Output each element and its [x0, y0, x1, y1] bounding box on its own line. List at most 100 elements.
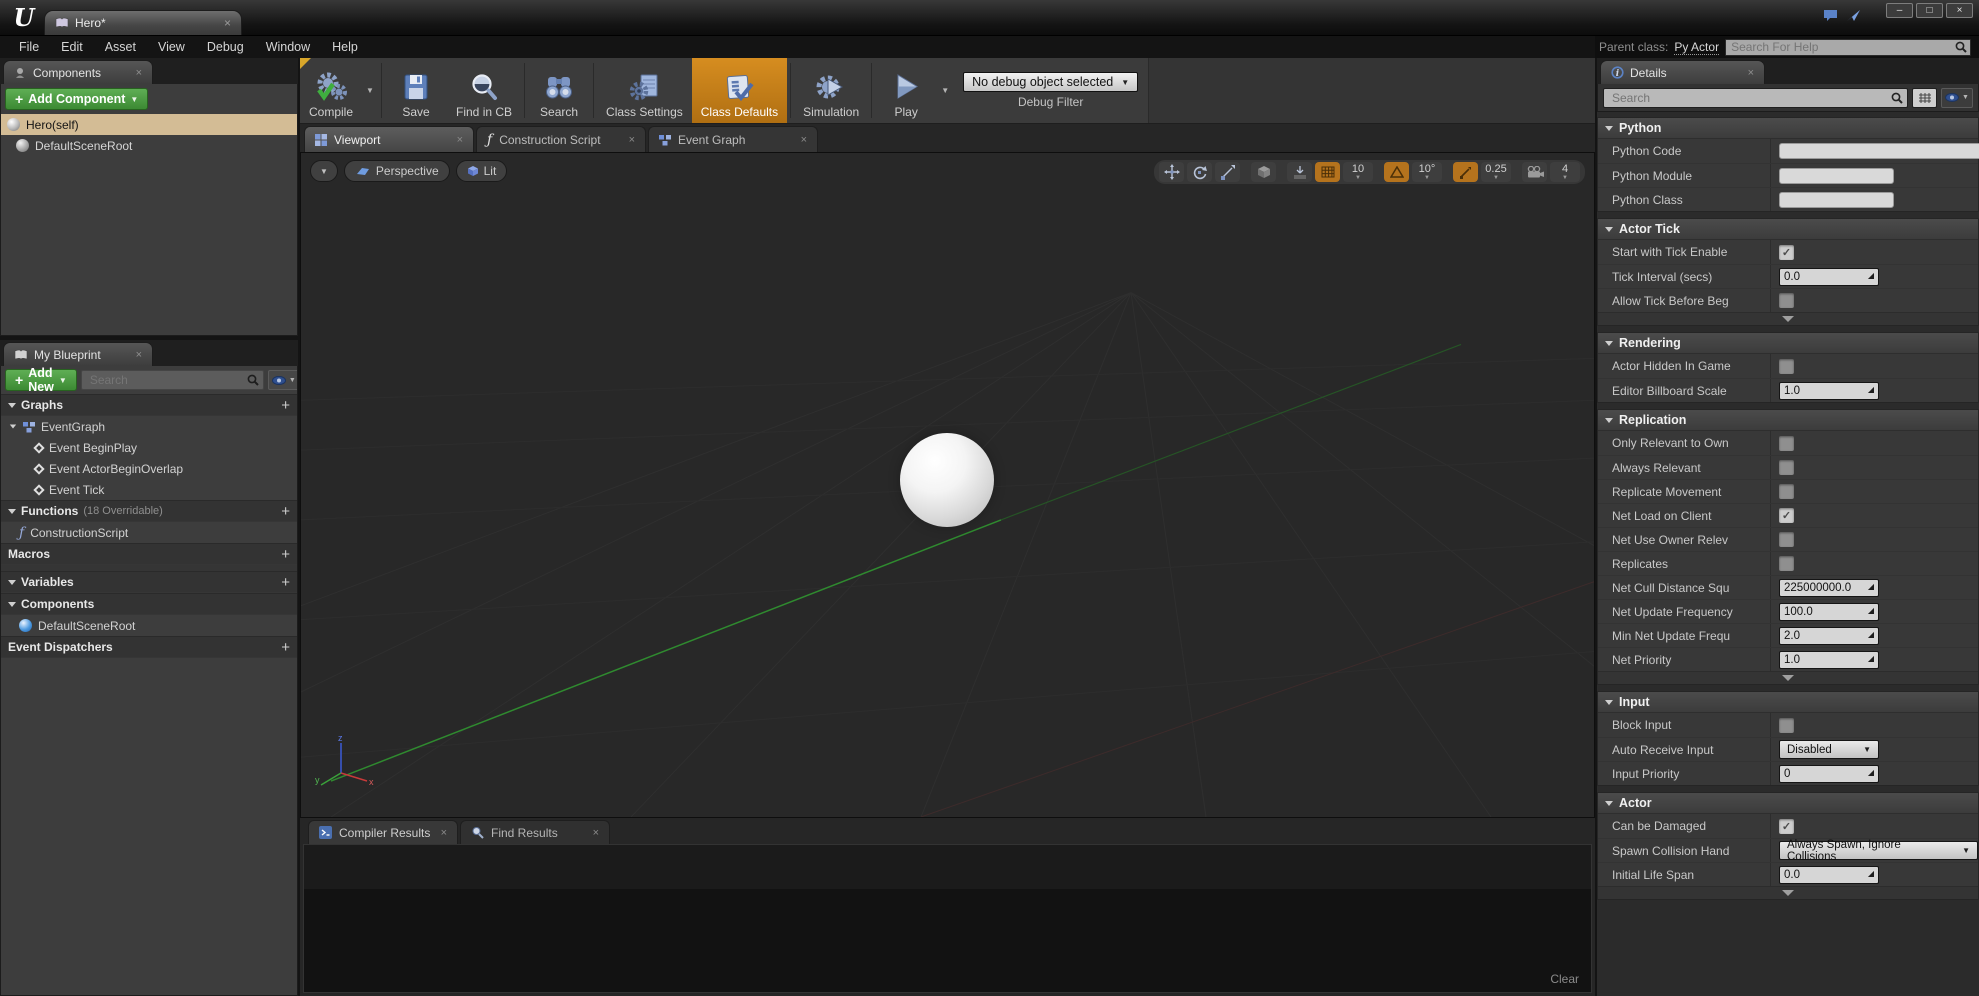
- spin-handle-icon[interactable]: ◢: [1868, 582, 1874, 591]
- auto-receive-input-dropdown[interactable]: Disabled ▼: [1779, 740, 1879, 759]
- close-tab-icon[interactable]: ×: [457, 134, 463, 146]
- add-graph-button[interactable]: +: [281, 397, 290, 414]
- menu-edit[interactable]: Edit: [50, 38, 94, 56]
- perspective-button[interactable]: Perspective: [343, 160, 450, 182]
- close-tab-icon[interactable]: ×: [1748, 67, 1754, 79]
- parent-class-link[interactable]: Py Actor: [1674, 40, 1720, 55]
- replicate-movement-checkbox[interactable]: [1779, 484, 1794, 499]
- camera-speed-value-button[interactable]: 4 ▼: [1550, 162, 1580, 182]
- scale-snap-value-button[interactable]: 0.25 ▼: [1481, 162, 1511, 182]
- macros-section-header[interactable]: Macros +: [1, 543, 297, 565]
- functions-section-header[interactable]: Functions (18 Overridable) +: [1, 500, 297, 522]
- send-feedback-icon[interactable]: [1846, 9, 1861, 22]
- help-search-box[interactable]: [1725, 38, 1971, 56]
- python-class-field[interactable]: [1779, 191, 1894, 208]
- spin-handle-icon[interactable]: ◢: [1868, 869, 1874, 878]
- section-rendering-header[interactable]: Rendering: [1598, 333, 1978, 354]
- tree-item-event-tick[interactable]: Event Tick: [1, 479, 297, 500]
- component-row-hero[interactable]: Hero(self): [1, 114, 297, 135]
- tab-compiler-results[interactable]: Compiler Results ×: [308, 820, 458, 844]
- lit-mode-button[interactable]: Lit: [455, 160, 508, 182]
- tick-interval-spinbox[interactable]: 0.0 ◢: [1779, 267, 1879, 286]
- 3d-viewport[interactable]: z x y ▼ Perspective Lit 10 ▼ 10° ▼ 0.25 …: [300, 152, 1595, 818]
- menu-window[interactable]: Window: [255, 38, 321, 56]
- close-tab-icon[interactable]: ×: [224, 16, 231, 30]
- search-button[interactable]: Search: [528, 58, 590, 123]
- add-event-dispatcher-button[interactable]: +: [281, 639, 290, 656]
- class-settings-button[interactable]: Class Settings: [597, 58, 692, 123]
- section-expander[interactable]: [1598, 671, 1978, 684]
- tree-item-defaultsceneroot[interactable]: DefaultSceneRoot: [1, 615, 297, 636]
- sphere-actor[interactable]: [900, 433, 994, 527]
- feedback-bubble-icon[interactable]: [1823, 9, 1838, 22]
- graphs-section-header[interactable]: Graphs +: [1, 394, 297, 416]
- rotation-snap-value-button[interactable]: 10° ▼: [1412, 162, 1442, 182]
- tab-construction-script[interactable]: ƒ Construction Script ×: [476, 126, 646, 152]
- help-search-input[interactable]: [1729, 39, 1955, 55]
- spin-handle-icon[interactable]: ◢: [1868, 768, 1874, 777]
- input-priority-spinbox[interactable]: 0 ◢: [1779, 764, 1879, 783]
- close-tab-icon[interactable]: ×: [136, 67, 142, 79]
- components-section-header[interactable]: Components: [1, 593, 297, 615]
- add-macro-button[interactable]: +: [281, 546, 290, 563]
- compile-options-dropdown[interactable]: ▼: [362, 58, 378, 123]
- tab-find-results[interactable]: Find Results ×: [460, 820, 610, 844]
- tab-details[interactable]: i Details ×: [1600, 60, 1765, 84]
- scale-tool-button[interactable]: [1215, 162, 1240, 182]
- surface-snap-button[interactable]: [1287, 162, 1312, 182]
- simulation-button[interactable]: Simulation: [794, 58, 868, 123]
- net-use-owner-checkbox[interactable]: [1779, 532, 1794, 547]
- add-component-button[interactable]: + Add Component ▼: [5, 88, 149, 110]
- menu-help[interactable]: Help: [321, 38, 369, 56]
- tab-my-blueprint[interactable]: My Blueprint ×: [3, 342, 153, 366]
- grid-snap-value-button[interactable]: 10 ▼: [1343, 162, 1373, 182]
- section-expander[interactable]: [1598, 312, 1978, 325]
- net-load-checkbox[interactable]: [1779, 508, 1794, 523]
- tree-item-eventgraph[interactable]: EventGraph: [1, 416, 297, 437]
- tab-components[interactable]: Components ×: [3, 60, 153, 84]
- spawn-collision-dropdown[interactable]: Always Spawn, Ignore Collisions ▼: [1779, 839, 1978, 863]
- add-function-button[interactable]: +: [281, 503, 290, 520]
- component-row-scene-root[interactable]: DefaultSceneRoot: [1, 135, 297, 156]
- spin-handle-icon[interactable]: ◢: [1868, 630, 1874, 639]
- menu-asset[interactable]: Asset: [94, 38, 147, 56]
- start-with-tick-checkbox[interactable]: [1779, 244, 1794, 260]
- tree-item-constructionscript[interactable]: ƒ ConstructionScript: [1, 522, 297, 543]
- section-expander[interactable]: [1598, 886, 1978, 899]
- tree-item-event-actorbeginoverlap[interactable]: Event ActorBeginOverlap: [1, 458, 297, 479]
- spin-handle-icon[interactable]: ◢: [1868, 654, 1874, 663]
- python-code-field[interactable]: [1779, 143, 1979, 159]
- visibility-filter-button[interactable]: ▼: [267, 370, 297, 390]
- add-new-button[interactable]: + Add New ▼: [5, 366, 77, 394]
- grid-snap-toggle[interactable]: [1315, 162, 1340, 182]
- coordinate-space-button[interactable]: [1251, 162, 1276, 182]
- my-blueprint-search-input[interactable]: [87, 372, 247, 388]
- translate-tool-button[interactable]: [1159, 162, 1184, 182]
- camera-speed-button[interactable]: [1522, 162, 1547, 182]
- block-input-checkbox[interactable]: [1779, 717, 1794, 733]
- scale-snap-toggle[interactable]: [1453, 162, 1478, 182]
- section-actor-tick-header[interactable]: Actor Tick: [1598, 219, 1978, 240]
- min-net-update-spinbox[interactable]: 2.0 ◢: [1779, 626, 1879, 645]
- section-replication-header[interactable]: Replication: [1598, 410, 1978, 431]
- always-relevant-checkbox[interactable]: [1779, 460, 1794, 475]
- play-button[interactable]: Play: [875, 58, 937, 123]
- net-cull-distance-spinbox[interactable]: 225000000.0 ◢: [1779, 578, 1879, 597]
- class-defaults-button[interactable]: Class Defaults: [691, 58, 788, 123]
- property-matrix-button[interactable]: [1912, 87, 1937, 108]
- close-tab-icon[interactable]: ×: [801, 134, 807, 146]
- debug-object-dropdown[interactable]: No debug object selected ▼: [963, 72, 1139, 92]
- rotate-tool-button[interactable]: [1187, 162, 1212, 182]
- only-relevant-checkbox[interactable]: [1779, 435, 1794, 451]
- find-in-cb-button[interactable]: Find in CB: [447, 58, 521, 123]
- python-module-field[interactable]: [1779, 167, 1894, 184]
- menu-debug[interactable]: Debug: [196, 38, 255, 56]
- viewport-options-dropdown[interactable]: ▼: [310, 160, 338, 182]
- rotation-snap-toggle[interactable]: [1384, 162, 1409, 182]
- add-variable-button[interactable]: +: [281, 574, 290, 591]
- section-actor-header[interactable]: Actor: [1598, 793, 1978, 814]
- allow-tick-checkbox[interactable]: [1779, 293, 1794, 308]
- close-button[interactable]: ×: [1946, 3, 1973, 18]
- maximize-button[interactable]: □: [1916, 3, 1943, 18]
- can-be-damaged-checkbox[interactable]: [1779, 818, 1794, 834]
